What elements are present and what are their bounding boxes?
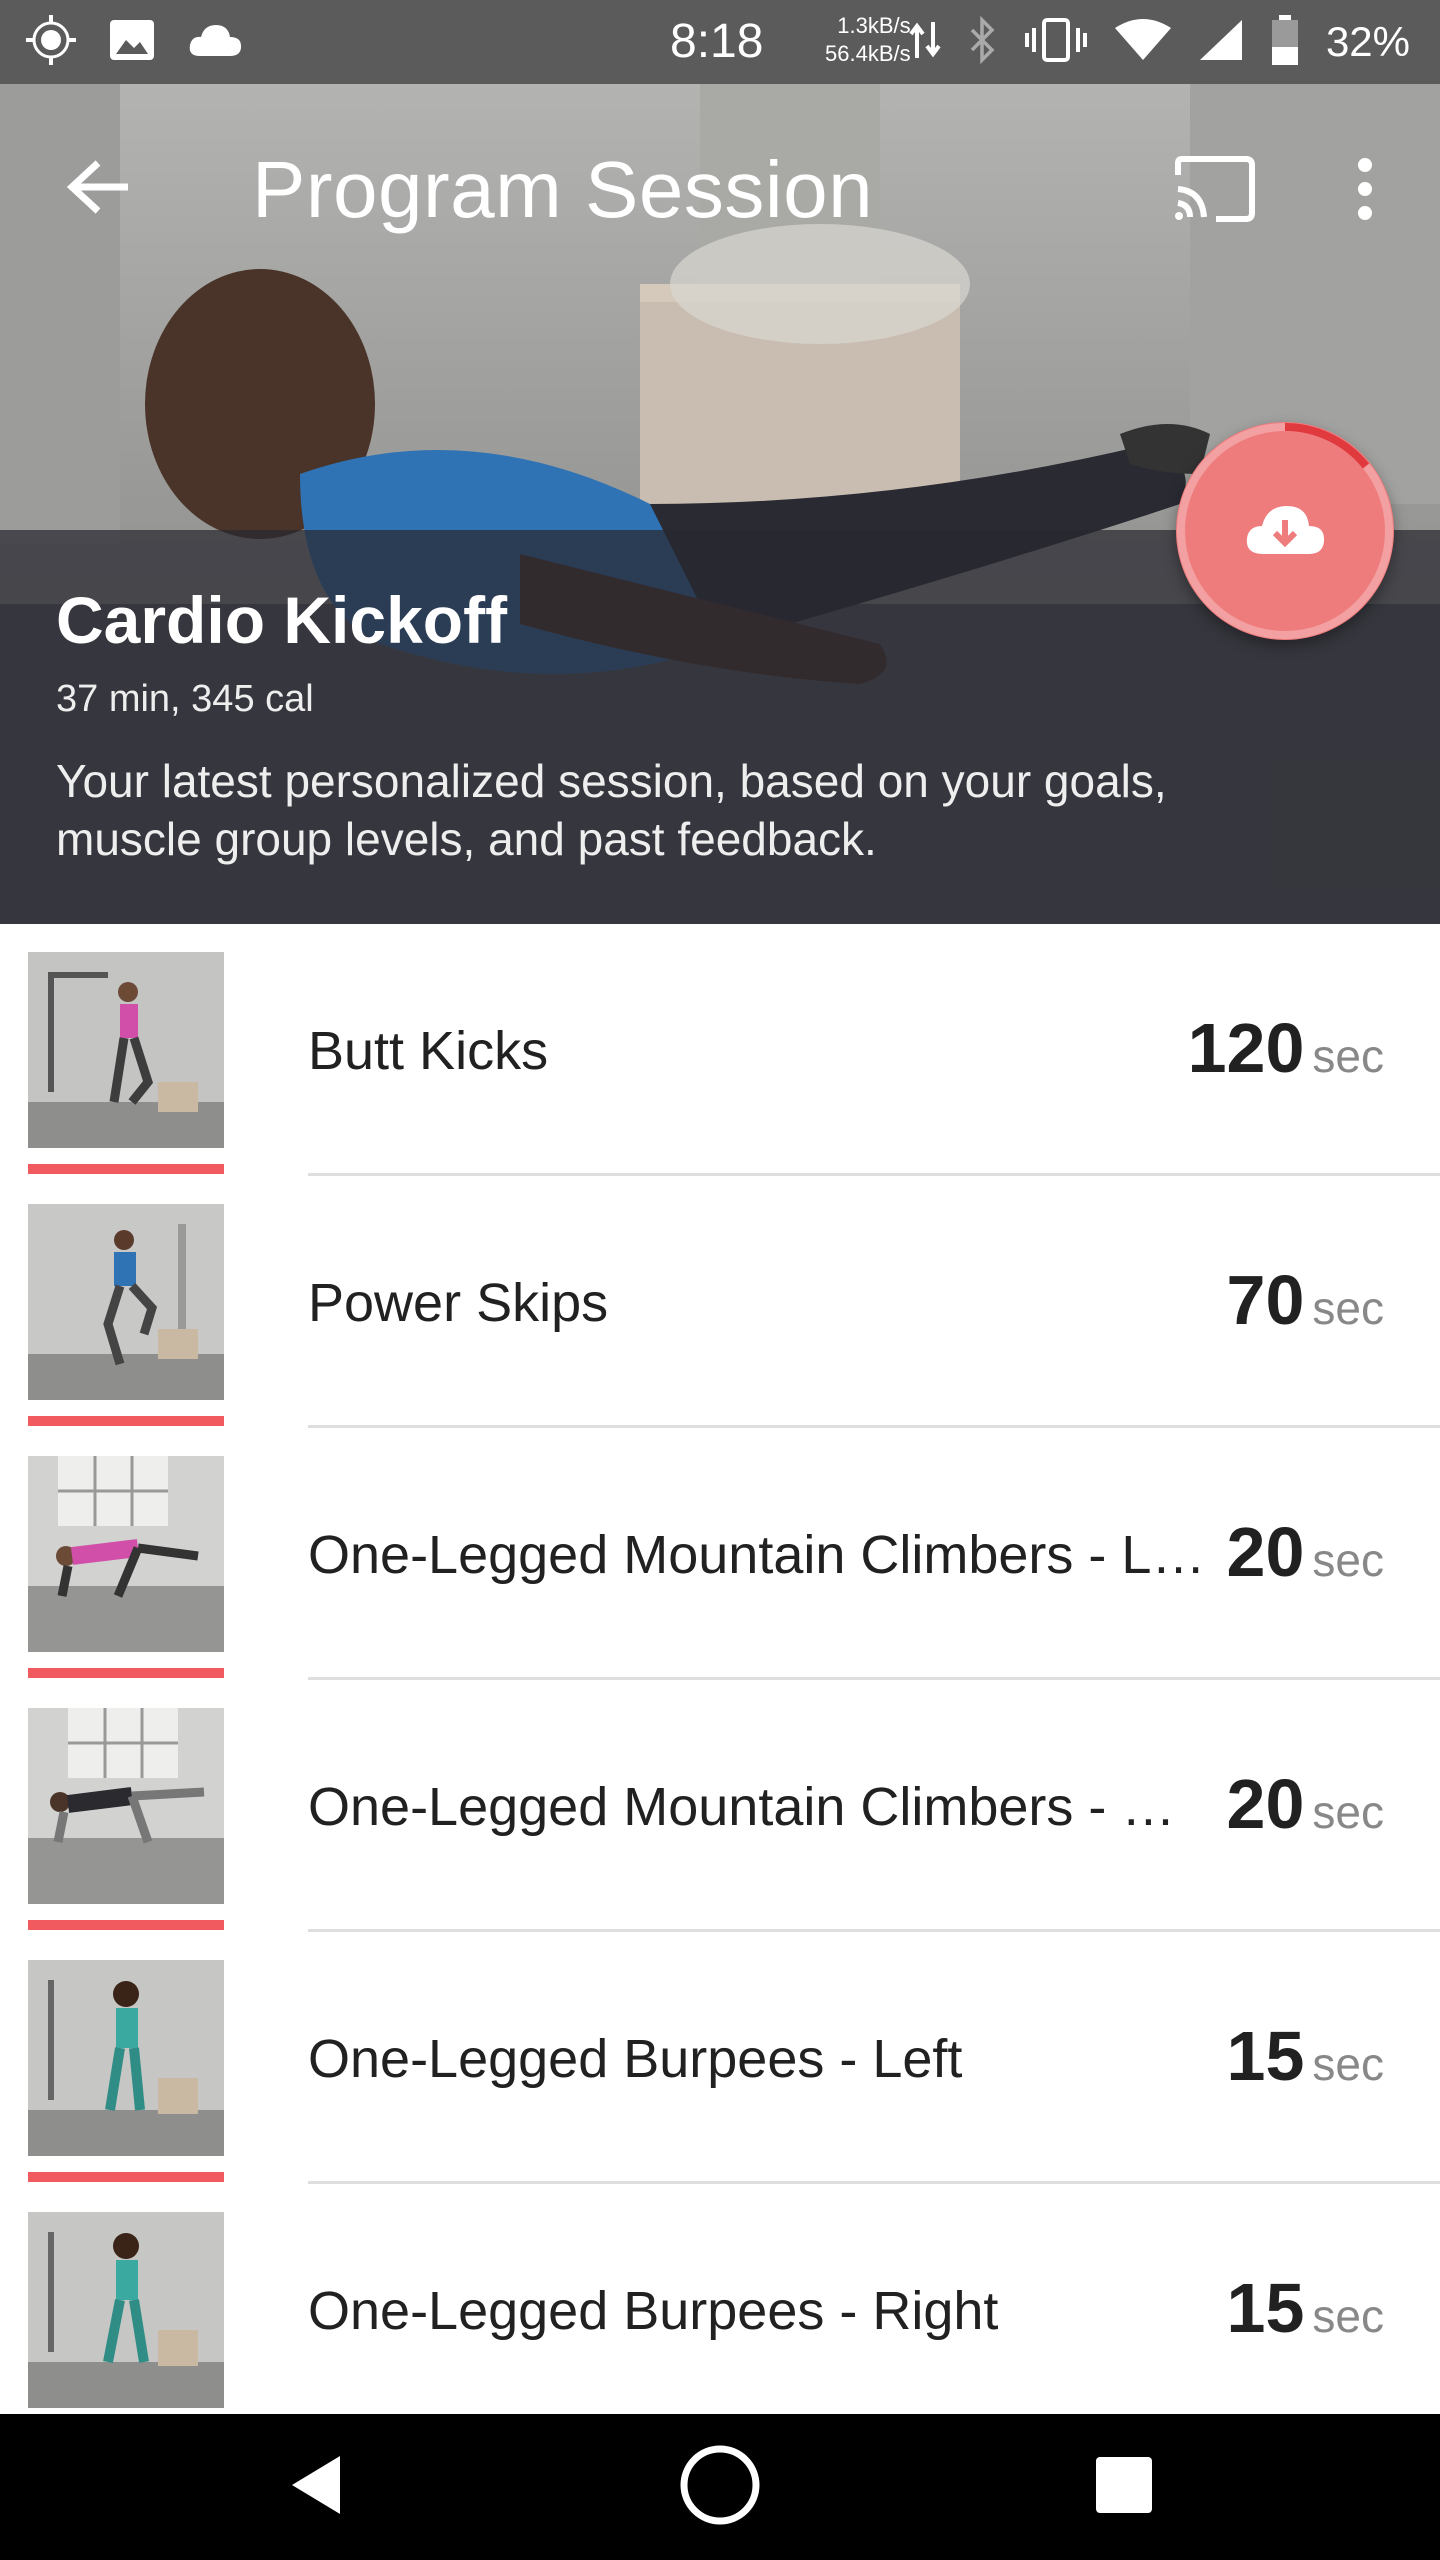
battery-percent: 32%	[1325, 18, 1410, 65]
duration-unit: sec	[1312, 1030, 1384, 1082]
duration-value: 20	[1226, 1513, 1305, 1591]
exercise-progress-bar	[28, 1416, 224, 1426]
download-button[interactable]	[1176, 422, 1394, 640]
cast-button[interactable]	[1166, 146, 1262, 236]
exercise-row[interactable]: Butt Kicks 120 sec	[0, 924, 1440, 1176]
exercise-list: Butt Kicks 120 sec Power Skips 70 sec One-…	[0, 924, 1440, 2414]
page-title: Program Session	[252, 145, 874, 234]
duration-unit: sec	[1312, 2038, 1384, 2090]
exercise-progress-bar	[28, 1920, 224, 1930]
nav-recents-button[interactable]	[1044, 2414, 1204, 2560]
exercise-thumbnail	[28, 1456, 224, 1652]
vibrate-icon	[1024, 16, 1088, 69]
duration-unit: sec	[1312, 1282, 1384, 1334]
exercise-name: One-Legged Burpees - Left	[308, 2029, 963, 2089]
exercise-row[interactable]: One-Legged Burpees - Left 15 sec	[0, 1932, 1440, 2184]
exercise-name: One-Legged Mountain Climbers - Right	[308, 1777, 1208, 1837]
nav-home-button[interactable]	[640, 2414, 800, 2560]
exercise-duration: 120 sec	[1188, 1008, 1384, 1088]
data-transfer-icon	[908, 18, 942, 67]
exercise-name: Butt Kicks	[308, 1021, 549, 1081]
image-icon	[108, 16, 156, 69]
duration-value: 20	[1226, 1765, 1305, 1843]
exercise-name: One-Legged Burpees - Right	[308, 2281, 999, 2341]
session-description: Your latest personalized session, based …	[56, 755, 1167, 865]
duration-value: 120	[1187, 1009, 1305, 1087]
status-time: 8:18	[670, 15, 764, 68]
status-left-icons	[24, 13, 244, 72]
exercise-thumbnail	[28, 1708, 224, 1904]
exercise-progress-bar	[28, 1164, 224, 1174]
location-icon	[24, 13, 78, 72]
exercise-duration: 20 sec	[1227, 1512, 1384, 1592]
arrow-left-icon	[64, 157, 134, 222]
session-title: Cardio Kickoff	[56, 583, 508, 657]
duration-unit: sec	[1312, 1786, 1384, 1838]
status-bar: 8:18 1.3kB/s 56.4kB/s 32%	[0, 0, 1440, 84]
network-rate-up: 1.3kB/s	[837, 13, 911, 38]
nav-back-button[interactable]	[236, 2414, 396, 2560]
cast-icon	[1172, 155, 1256, 228]
exercise-row[interactable]: One-Legged Burpees - Right 15 sec	[0, 2184, 1440, 2414]
duration-value: 70	[1226, 1261, 1305, 1339]
exercise-progress-bar	[28, 2172, 224, 2182]
duration-value: 15	[1226, 2269, 1305, 2347]
app-toolbar: Program Session	[0, 84, 1440, 284]
exercise-progress-bar	[28, 1668, 224, 1678]
exercise-duration: 70 sec	[1227, 1260, 1384, 1340]
status-right-icons: 32%	[908, 0, 1410, 84]
more-options-button[interactable]	[1320, 146, 1410, 236]
session-meta: 37 min, 345 cal	[56, 678, 314, 720]
exercise-duration: 20 sec	[1227, 1764, 1384, 1844]
cloud-download-icon	[1243, 500, 1327, 563]
duration-unit: sec	[1312, 2290, 1384, 2342]
cell-signal-icon	[1198, 18, 1244, 67]
battery-icon	[1270, 13, 1300, 72]
cloud-icon	[186, 20, 244, 65]
nav-back-icon	[286, 2452, 346, 2523]
exercise-row[interactable]: One-Legged Mountain Climbers - Right 20 s…	[0, 1680, 1440, 1932]
exercise-row[interactable]: Power Skips 70 sec	[0, 1176, 1440, 1428]
exercise-duration: 15 sec	[1227, 2016, 1384, 2096]
exercise-name: Power Skips	[308, 1273, 609, 1333]
exercise-thumbnail	[28, 1204, 224, 1400]
exercise-thumbnail	[28, 952, 224, 1148]
nav-home-icon	[678, 2443, 762, 2532]
network-rate: 1.3kB/s 56.4kB/s	[825, 12, 911, 68]
duration-value: 15	[1226, 2017, 1305, 2095]
nav-recents-icon	[1094, 2455, 1154, 2520]
wifi-icon	[1114, 18, 1172, 67]
network-rate-down: 56.4kB/s	[825, 41, 911, 66]
exercise-name: One-Legged Mountain Climbers - Left	[308, 1525, 1208, 1585]
session-hero: Program Session Cardio Kickoff 37 min, 3…	[0, 84, 1440, 924]
exercise-duration: 15 sec	[1227, 2268, 1384, 2348]
more-vert-icon	[1355, 157, 1375, 226]
exercise-row[interactable]: One-Legged Mountain Climbers - Left 20 se…	[0, 1428, 1440, 1680]
duration-unit: sec	[1312, 1534, 1384, 1586]
system-nav-bar	[0, 2414, 1440, 2560]
exercise-thumbnail	[28, 2212, 224, 2408]
back-button[interactable]	[54, 144, 144, 234]
exercise-thumbnail	[28, 1960, 224, 2156]
bluetooth-icon	[968, 15, 998, 69]
